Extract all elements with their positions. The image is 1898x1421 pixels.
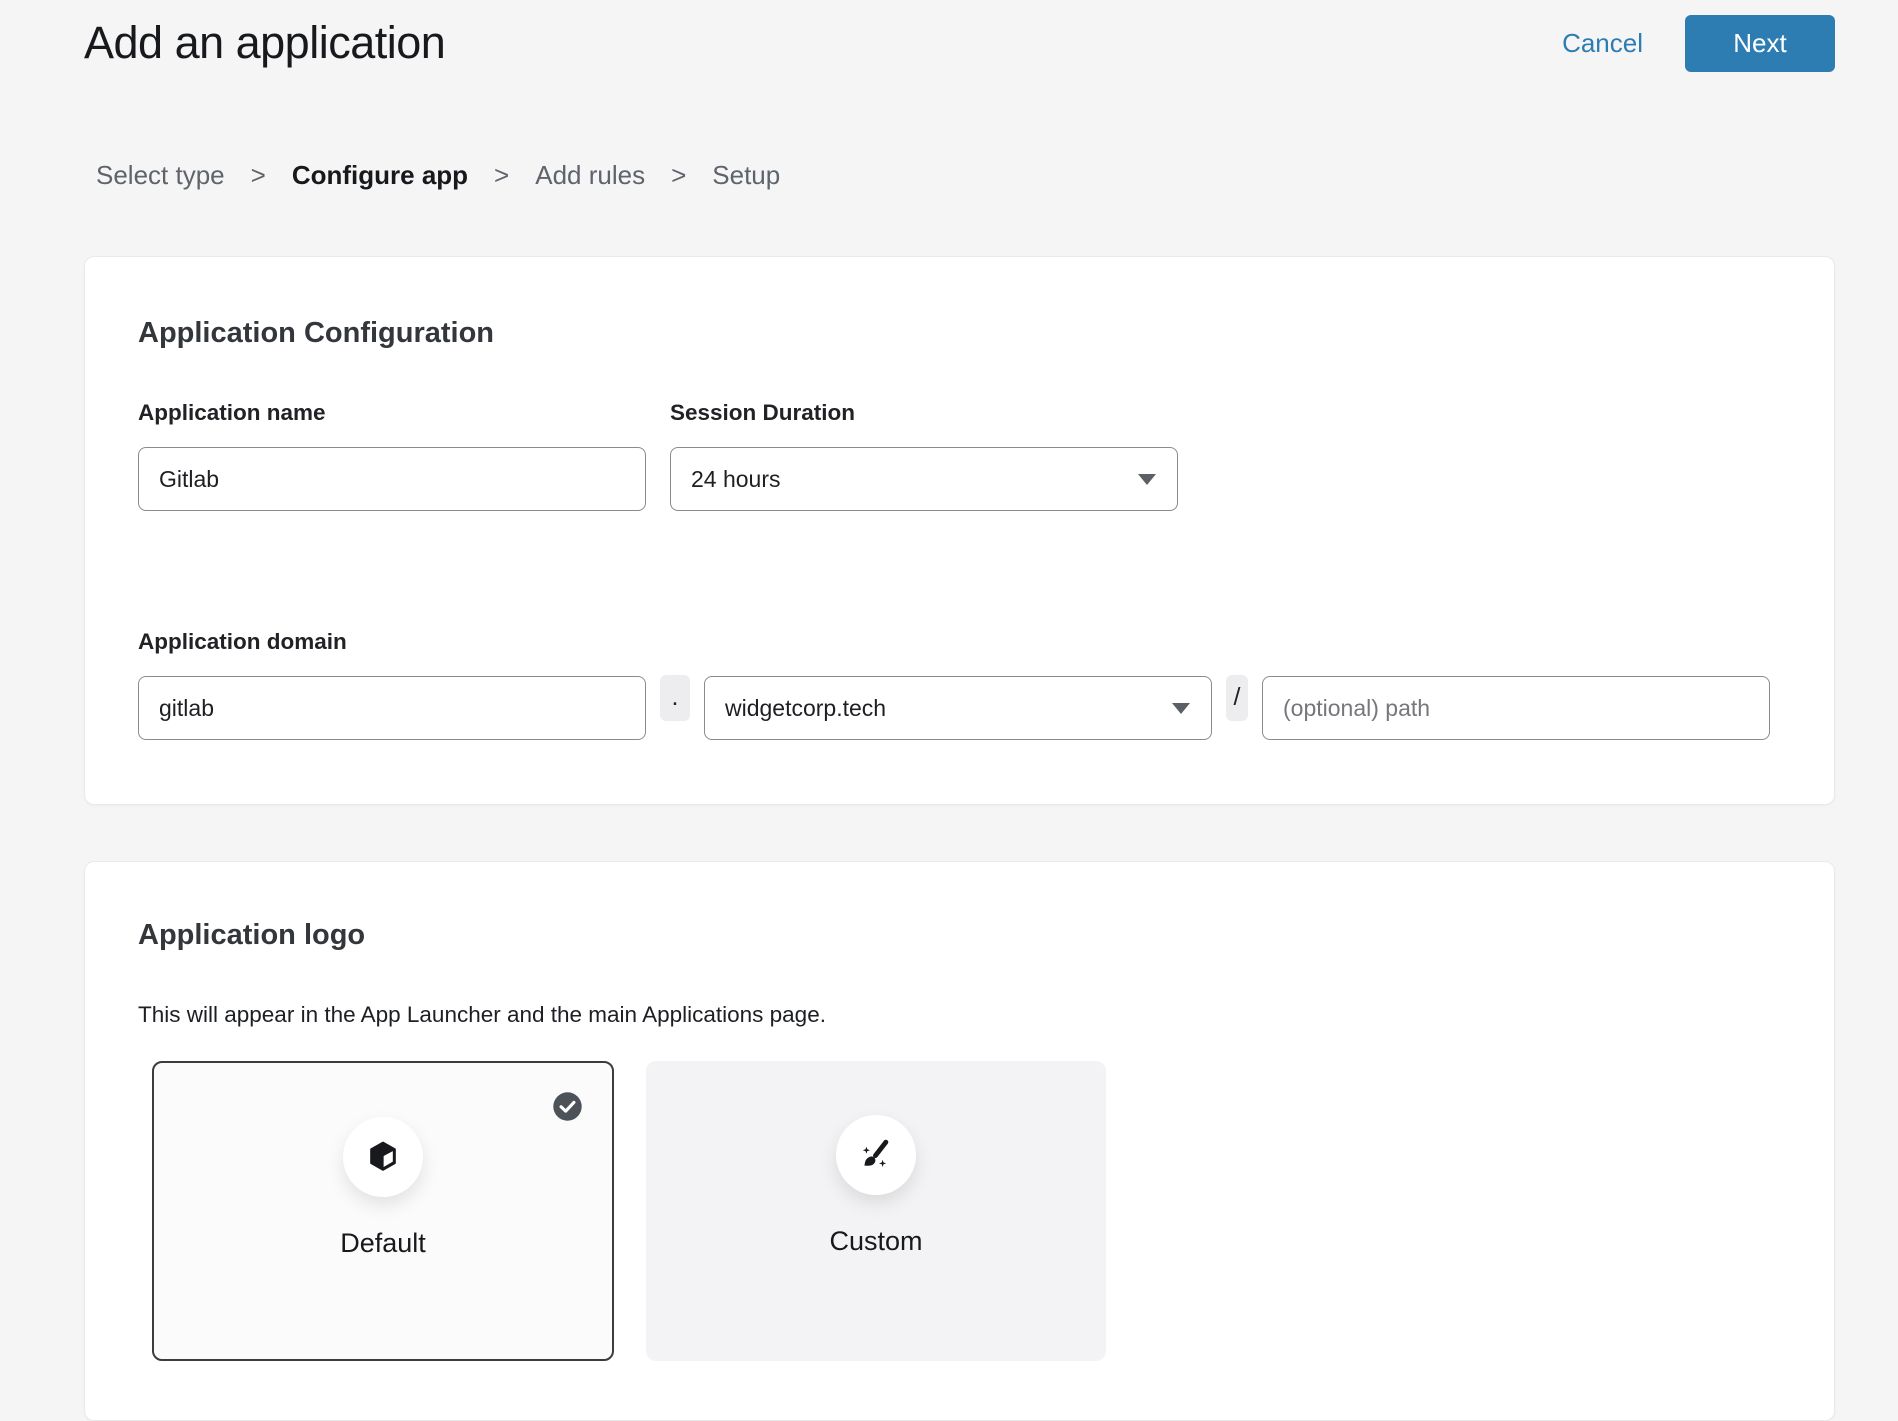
domain-select-value: widgetcorp.tech (704, 676, 1212, 740)
application-domain-row: . widgetcorp.tech / (138, 655, 1781, 740)
application-logo-heading: Application logo (138, 919, 1781, 952)
logo-option-custom[interactable]: Custom (646, 1061, 1106, 1361)
default-logo-circle (343, 1117, 423, 1197)
chevron-down-icon (1172, 703, 1190, 714)
domain-select[interactable]: widgetcorp.tech (704, 676, 1212, 740)
wizard-breadcrumb: Select type > Configure app > Add rules … (96, 160, 1835, 191)
page-header: Add an application Cancel Next (84, 14, 1835, 72)
step-add-rules[interactable]: Add rules (535, 160, 645, 191)
session-duration-value: 24 hours (670, 447, 1178, 511)
step-select-type[interactable]: Select type (96, 160, 225, 191)
header-actions: Cancel Next (1562, 15, 1835, 72)
session-duration-field-group: Session Duration 24 hours (670, 400, 1178, 511)
add-application-page: Add an application Cancel Next Select ty… (0, 14, 1898, 1421)
logo-option-label: Custom (829, 1226, 922, 1257)
application-configuration-card: Application Configuration Application na… (84, 256, 1835, 805)
breadcrumb-separator: > (251, 160, 266, 191)
breadcrumb-separator: > (671, 160, 686, 191)
paintbrush-icon (858, 1137, 894, 1173)
cancel-button[interactable]: Cancel (1562, 28, 1643, 59)
logo-options: Default Custom (152, 1061, 1781, 1361)
logo-option-default[interactable]: Default (152, 1061, 614, 1361)
application-name-label: Application name (138, 400, 646, 426)
session-duration-select[interactable]: 24 hours (670, 447, 1178, 511)
custom-logo-circle (836, 1115, 916, 1195)
logo-option-label: Default (340, 1228, 426, 1259)
next-button[interactable]: Next (1685, 15, 1835, 72)
subdomain-input[interactable] (138, 676, 646, 740)
cube-icon (364, 1138, 402, 1176)
application-name-field-group: Application name (138, 400, 646, 511)
page-title: Add an application (84, 17, 445, 69)
application-logo-card: Application logo This will appear in the… (84, 861, 1835, 1421)
application-configuration-heading: Application Configuration (138, 317, 1781, 350)
step-setup[interactable]: Setup (712, 160, 780, 191)
application-name-input[interactable] (138, 447, 646, 511)
breadcrumb-separator: > (494, 160, 509, 191)
chevron-down-icon (1138, 474, 1156, 485)
step-configure-app[interactable]: Configure app (292, 160, 468, 191)
application-domain-label: Application domain (138, 629, 1781, 655)
selected-check-icon (552, 1091, 583, 1122)
session-duration-label: Session Duration (670, 400, 1178, 426)
path-input[interactable] (1262, 676, 1770, 740)
application-logo-description: This will appear in the App Launcher and… (138, 1002, 1781, 1028)
slash-separator: / (1226, 675, 1248, 721)
dot-separator: . (660, 675, 690, 721)
name-session-row: Application name Session Duration 24 hou… (138, 400, 1781, 511)
